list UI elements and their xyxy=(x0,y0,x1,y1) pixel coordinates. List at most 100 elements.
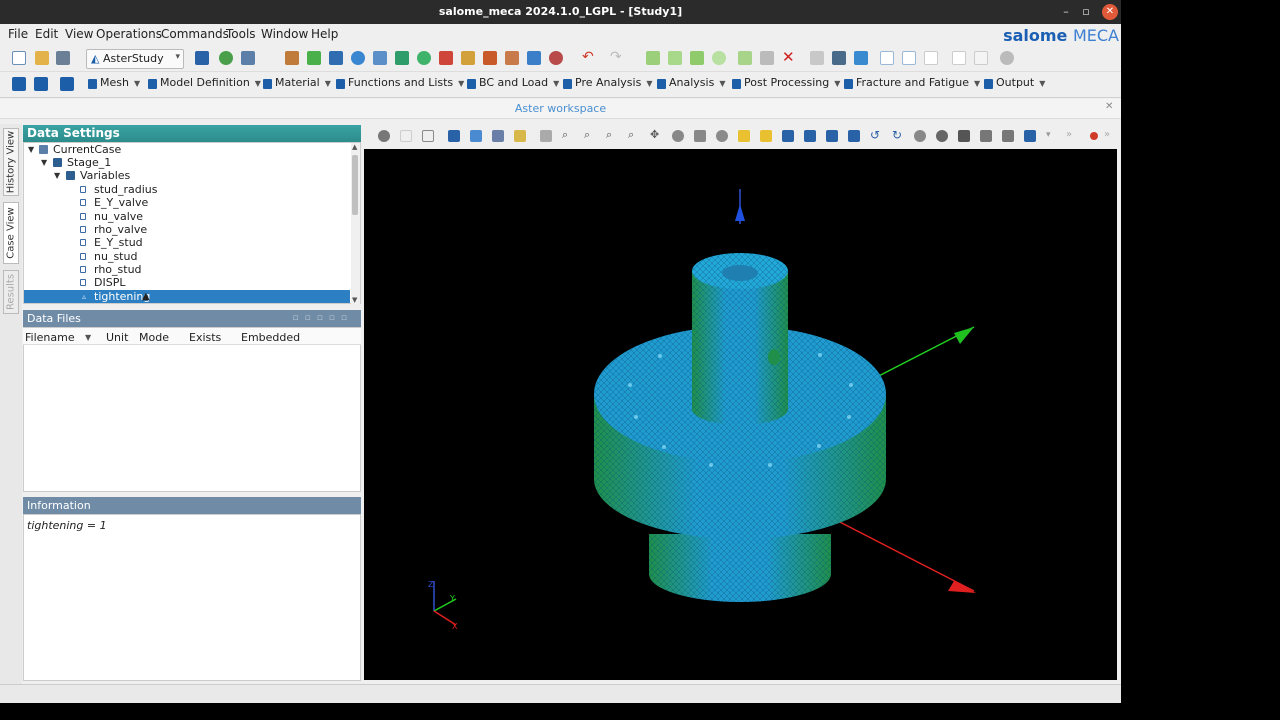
tree-item-variable-selected[interactable]: ▵ tightening ▲ xyxy=(80,290,320,303)
geometry-module-icon[interactable] xyxy=(219,51,233,65)
module-icon[interactable] xyxy=(461,51,475,65)
tree-item-variable[interactable]: stud_radius xyxy=(80,183,320,196)
fit-area-icon[interactable]: ⌕ xyxy=(584,129,596,142)
column-unit[interactable]: Unit xyxy=(106,331,128,344)
fit-selection-icon[interactable]: ⌕ xyxy=(606,129,618,142)
tree-item-stage[interactable]: ▼ Stage_1 xyxy=(41,156,321,169)
fit-all-icon[interactable]: ⌕ xyxy=(562,129,574,142)
menu-model-definition[interactable]: Model Definition ▼ xyxy=(148,76,261,94)
interaction-style-icon[interactable] xyxy=(400,130,412,142)
top-view-icon[interactable] xyxy=(782,130,794,142)
menu-output[interactable]: Output ▼ xyxy=(984,76,1045,94)
module-icon[interactable] xyxy=(60,77,74,91)
delete-icon[interactable]: ✕ xyxy=(782,50,796,65)
expand-arrow-icon[interactable]: ▼ xyxy=(54,169,60,182)
toolbar-extension-icon[interactable]: » xyxy=(1066,130,1078,142)
tab-case-view[interactable]: Case View xyxy=(3,202,19,264)
document-icon[interactable] xyxy=(974,51,988,65)
save-icon[interactable] xyxy=(56,51,70,65)
clipping-icon[interactable] xyxy=(936,130,948,142)
environment-texture-icon[interactable] xyxy=(1024,130,1036,142)
global-pan-icon[interactable] xyxy=(672,130,684,142)
tree-item-variable[interactable]: E_Y_valve xyxy=(80,196,320,209)
close-window-button[interactable]: ✕ xyxy=(1102,4,1118,20)
grid-icon[interactable] xyxy=(329,51,343,65)
paste-icon[interactable] xyxy=(690,51,704,65)
dump-view-icon[interactable] xyxy=(378,130,390,142)
ray-tracing-icon[interactable] xyxy=(1002,130,1014,142)
menu-help[interactable]: Help xyxy=(311,27,338,41)
scaling-icon[interactable] xyxy=(958,130,970,142)
module-icon[interactable] xyxy=(483,51,497,65)
menu-commands[interactable]: Commands xyxy=(161,27,229,41)
tree-item-currentcase[interactable]: ▼ CurrentCase xyxy=(28,143,328,156)
3d-viewer[interactable]: Z Y X xyxy=(364,149,1117,680)
preselection-icon[interactable] xyxy=(470,130,482,142)
menu-pre-analysis[interactable]: Pre Analysis ▼ xyxy=(563,76,652,94)
maximize-button[interactable]: ▫ xyxy=(1078,4,1094,20)
right-view-icon[interactable] xyxy=(848,130,860,142)
menu-operations[interactable]: Operations xyxy=(96,27,162,41)
column-exists[interactable]: Exists xyxy=(189,331,221,344)
menu-fracture-and-fatigue[interactable]: Fracture and Fatigue ▼ xyxy=(844,76,980,94)
rotation-point-icon[interactable] xyxy=(716,130,728,142)
reset-view-icon[interactable] xyxy=(914,130,926,142)
tree-item-variable[interactable]: nu_stud xyxy=(80,250,320,263)
minimize-button[interactable]: – xyxy=(1058,4,1074,20)
bottom-view-icon[interactable] xyxy=(804,130,816,142)
text-edit-icon[interactable] xyxy=(832,51,846,65)
zoom-icon[interactable]: ⌕ xyxy=(628,129,640,142)
module-icon[interactable] xyxy=(395,51,409,65)
module-icon[interactable] xyxy=(373,51,387,65)
toolbar-extension-icon[interactable]: » xyxy=(1104,130,1116,142)
menu-edit[interactable]: Edit xyxy=(35,27,58,41)
document-icon[interactable] xyxy=(952,51,966,65)
module-icon[interactable] xyxy=(439,51,453,65)
tree-scrollbar[interactable]: ▲ ▼ xyxy=(351,143,360,304)
duplicate-icon[interactable] xyxy=(712,51,726,65)
expand-arrow-icon[interactable]: ▼ xyxy=(28,143,34,156)
tree-item-variable[interactable]: rho_stud xyxy=(80,263,320,276)
module-icon[interactable] xyxy=(12,77,26,91)
scroll-up-icon[interactable]: ▲ xyxy=(352,143,357,151)
export-icon[interactable] xyxy=(902,51,916,65)
module-selector[interactable]: ◭ AsterStudy ▾ xyxy=(86,49,184,69)
tree-icon[interactable] xyxy=(854,51,868,65)
menu-analysis[interactable]: Analysis ▼ xyxy=(657,76,725,94)
copy-icon[interactable] xyxy=(646,51,660,65)
undo-icon[interactable]: ↶ xyxy=(582,50,596,65)
rotate-anticlockwise-icon[interactable]: ↺ xyxy=(870,129,882,142)
pan-icon[interactable]: ✥ xyxy=(650,129,662,142)
module-icon[interactable] xyxy=(505,51,519,65)
expand-arrow-icon[interactable]: ▼ xyxy=(41,156,47,169)
column-mode[interactable]: Mode xyxy=(139,331,169,344)
tree-item-variable[interactable]: DISPL xyxy=(80,276,320,289)
record-icon[interactable] xyxy=(1090,132,1098,140)
tab-history-view[interactable]: History View xyxy=(3,128,19,196)
scrollbar-thumb[interactable] xyxy=(352,155,358,215)
trihedron-icon[interactable] xyxy=(540,130,552,142)
edit-icon[interactable] xyxy=(738,51,752,65)
column-embedded[interactable]: Embedded xyxy=(241,331,300,344)
smesh-module-icon[interactable] xyxy=(241,51,255,65)
tab-results[interactable]: Results xyxy=(3,270,19,314)
find-icon[interactable] xyxy=(810,51,824,65)
highlight-icon[interactable] xyxy=(514,130,526,142)
back-view-icon[interactable] xyxy=(760,130,772,142)
menu-tools[interactable]: Tools xyxy=(226,27,256,41)
data-files-actions-icon[interactable]: ▫▫▫▫▫ xyxy=(293,313,354,323)
menu-material[interactable]: Material ▼ xyxy=(263,76,331,94)
new-document-icon[interactable] xyxy=(12,51,26,65)
link-icon[interactable] xyxy=(760,51,774,65)
rectangle-select-icon[interactable] xyxy=(492,130,504,142)
module-icon[interactable] xyxy=(527,51,541,65)
module-icon[interactable] xyxy=(34,77,48,91)
menu-functions-and-lists[interactable]: Functions and Lists ▼ xyxy=(336,76,464,94)
more-tools-icon[interactable]: ▾ xyxy=(1046,130,1058,142)
chart-icon[interactable] xyxy=(307,51,321,65)
globe-icon[interactable] xyxy=(351,51,365,65)
tools-icon[interactable] xyxy=(285,51,299,65)
front-view-icon[interactable] xyxy=(738,130,750,142)
module-icon[interactable] xyxy=(549,51,563,65)
tree-item-variable[interactable]: rho_valve xyxy=(80,223,320,236)
